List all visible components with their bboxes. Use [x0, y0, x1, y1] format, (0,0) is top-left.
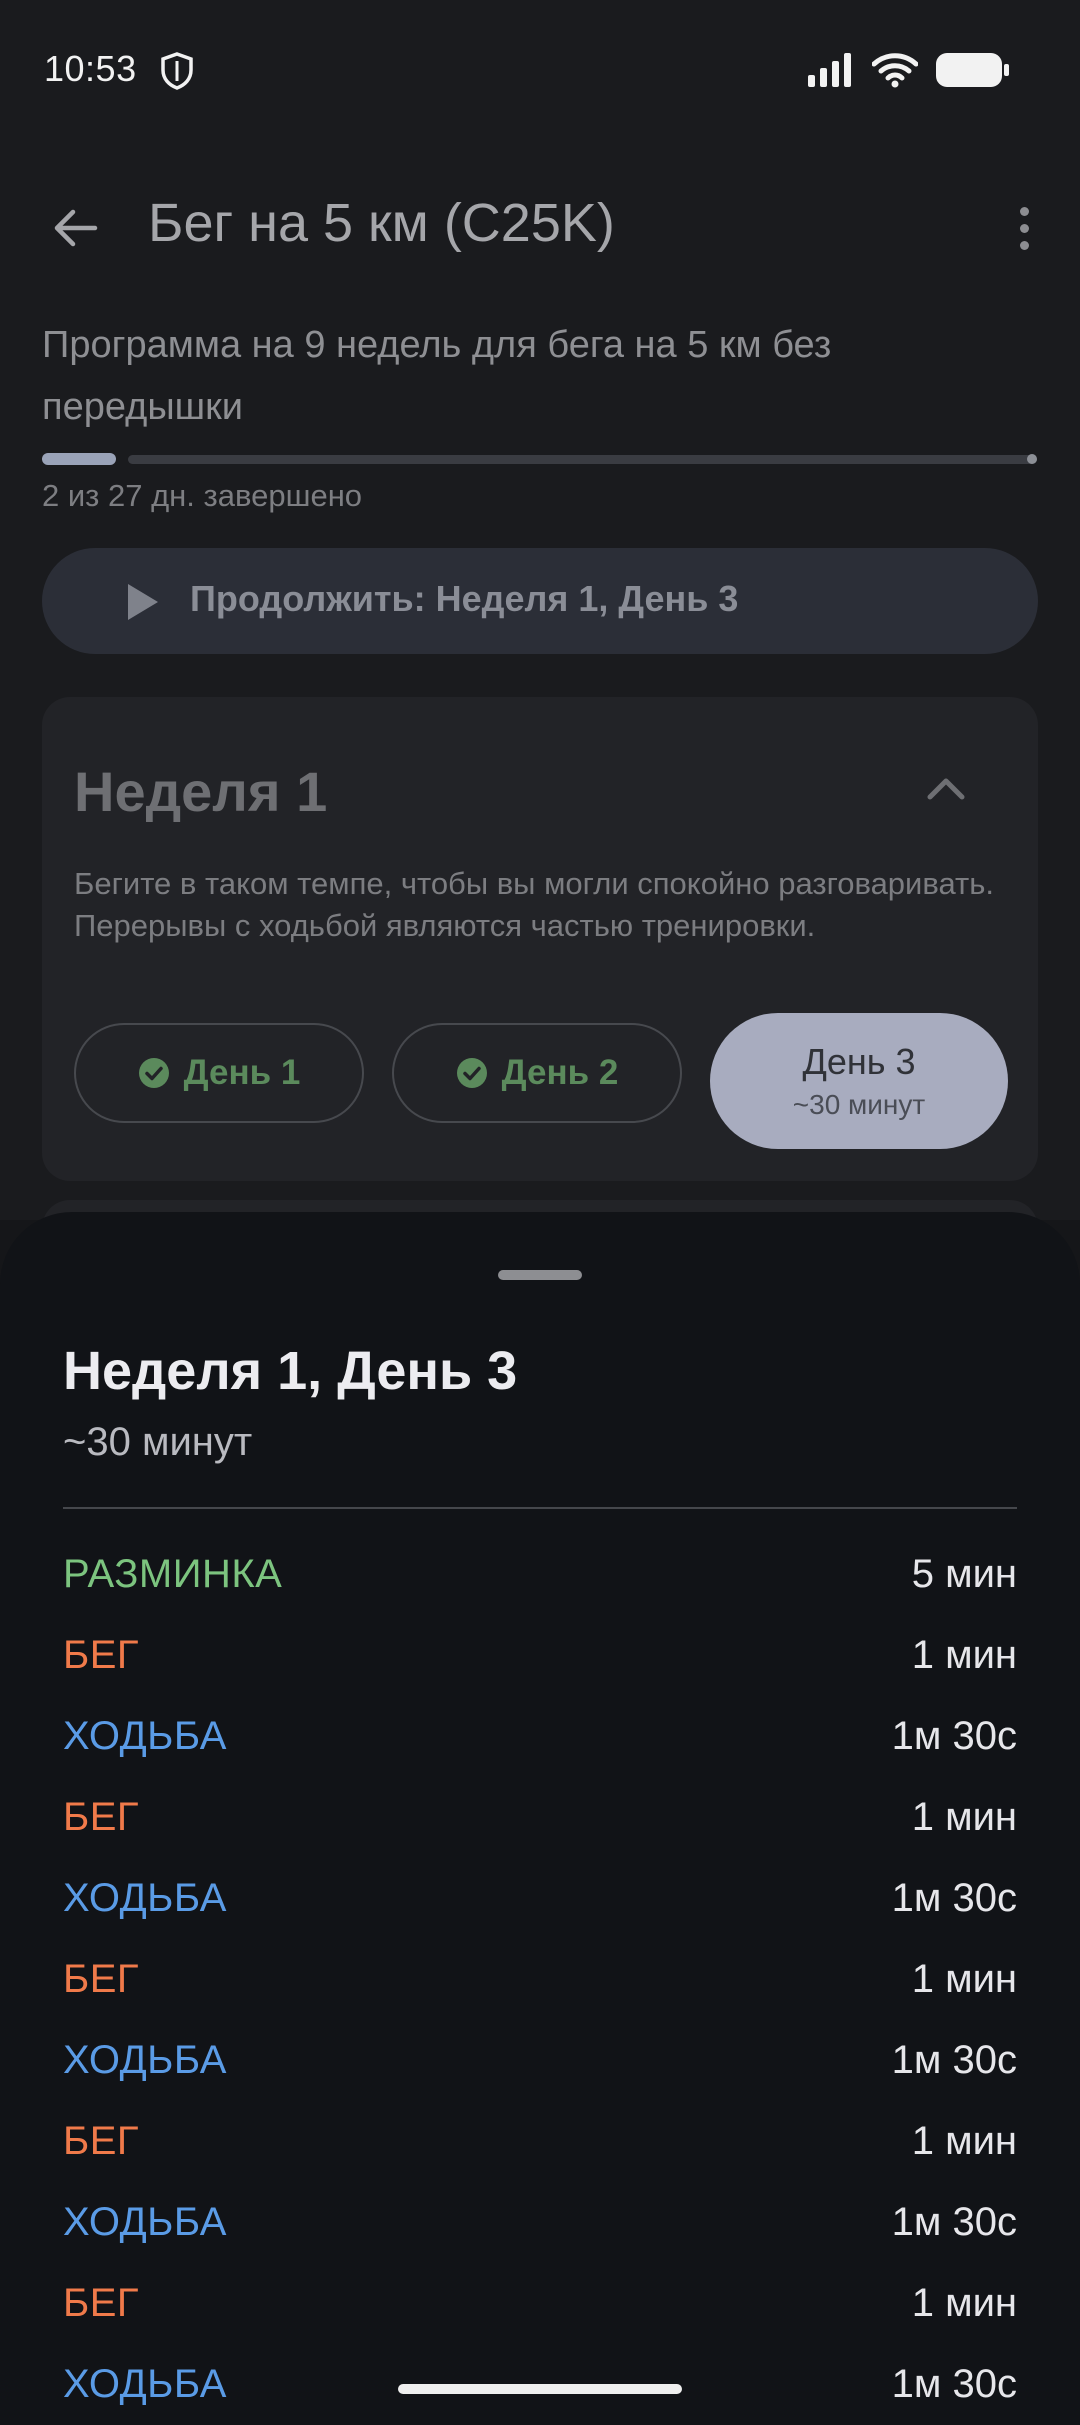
- day-chip-3[interactable]: День 3 ~30 минут: [710, 1013, 1008, 1149]
- workout-step-row: ХОДЬБА 1м 30с: [63, 1858, 1017, 1939]
- day-chip-duration: ~30 минут: [792, 1089, 926, 1120]
- day-chip-1[interactable]: День 1: [74, 1023, 364, 1123]
- workout-step-row: ХОДЬБА 1м 30с: [63, 1696, 1017, 1777]
- workout-step-row: БЕГ 1 мин: [63, 2101, 1017, 2182]
- check-circle-icon: [138, 1058, 169, 1088]
- status-icons: [808, 52, 1010, 88]
- step-duration: 1 мин: [911, 2119, 1017, 2163]
- progress-fill: [42, 453, 116, 465]
- day-chip-label: День 2: [501, 1053, 619, 1092]
- status-time: 10:53: [44, 48, 137, 89]
- page-title: Бег на 5 км (C25K): [148, 193, 615, 253]
- status-bar: 10:53: [0, 0, 1080, 140]
- week-card: Неделя 1 Бегите в таком темпе, чтобы вы …: [42, 697, 1038, 1181]
- sheet-subtitle: ~30 минут: [63, 1420, 253, 1464]
- day-chip-label: День 3: [802, 1041, 916, 1082]
- step-duration: 1м 30с: [891, 1876, 1017, 1920]
- workout-step-row: БЕГ 1 мин: [63, 1615, 1017, 1696]
- continue-label: Продолжить: Неделя 1, День 3: [190, 578, 739, 619]
- continue-button[interactable]: Продолжить: Неделя 1, День 3: [42, 548, 1038, 654]
- progress-end-dot: [1027, 454, 1037, 464]
- progress-label: 2 из 27 дн. завершено: [42, 478, 363, 513]
- workout-step-row: БЕГ 1 мин: [63, 2263, 1017, 2344]
- drag-handle[interactable]: [498, 1270, 582, 1280]
- workout-step-row: БЕГ 1 мин: [63, 1777, 1017, 1858]
- step-duration: 1м 30с: [891, 2200, 1017, 2244]
- step-name: БЕГ: [63, 2281, 140, 2325]
- day-chip-2[interactable]: День 2: [392, 1023, 682, 1123]
- step-name: БЕГ: [63, 2119, 140, 2163]
- week-title: Неделя 1: [74, 760, 328, 823]
- workout-bottom-sheet: Неделя 1, День 3 ~30 минут РАЗМИНКА 5 мин…: [0, 1212, 1080, 2424]
- screen: 10:53 Бег на 5 км (C25K) Программа на 9 …: [0, 0, 1080, 2424]
- program-screen: 10:53 Бег на 5 км (C25K) Программа на 9 …: [0, 0, 1080, 1260]
- step-duration: 1м 30с: [891, 2362, 1017, 2406]
- back-button[interactable]: [40, 198, 110, 258]
- step-duration: 1 мин: [911, 1633, 1017, 1677]
- workout-steps-list: РАЗМИНКА 5 мин БЕГ 1 мин ХОДЬБА 1м 30с БЕГ 1 ми…: [63, 1534, 1017, 2425]
- progress-remaining: [128, 455, 1037, 464]
- check-circle-icon: [456, 1058, 487, 1088]
- wifi-icon: [872, 53, 918, 88]
- sheet-title: Неделя 1, День 3: [63, 1341, 518, 1401]
- step-name: БЕГ: [63, 1795, 140, 1839]
- day-chip-label: День 1: [183, 1053, 301, 1092]
- arrow-left-icon: [54, 209, 98, 247]
- step-duration: 1м 30с: [891, 1714, 1017, 1758]
- step-duration: 1м 30с: [891, 2038, 1017, 2082]
- workout-step-row: РАЗМИНКА 5 мин: [63, 1534, 1017, 1615]
- step-name: ХОДЬБА: [63, 2200, 227, 2244]
- program-description: Программа на 9 недель для бега на 5 км б…: [42, 324, 832, 428]
- divider: [63, 1507, 1017, 1509]
- step-name: ХОДЬБА: [63, 1876, 227, 1920]
- shield-icon: [161, 52, 193, 90]
- step-name: РАЗМИНКА: [63, 1552, 283, 1596]
- step-name: ХОДЬБА: [63, 2362, 227, 2406]
- play-icon: [128, 584, 158, 620]
- more-vert-icon[interactable]: [1004, 198, 1044, 258]
- app-bar: Бег на 5 км (C25K): [0, 170, 1080, 286]
- step-name: ХОДЬБА: [63, 2038, 227, 2082]
- battery-icon: [936, 53, 1009, 87]
- week-description: Бегите в таком темпе, чтобы вы могли спо…: [74, 866, 995, 943]
- workout-step-row: ХОДЬБА 1м 30с: [63, 2020, 1017, 2101]
- chevron-up-icon[interactable]: [924, 773, 968, 803]
- workout-step-row: ХОДЬБА 1м 30с: [63, 2182, 1017, 2263]
- home-indicator[interactable]: [398, 2384, 682, 2394]
- step-name: БЕГ: [63, 1633, 140, 1677]
- signal-icon: [808, 53, 851, 87]
- step-duration: 1 мин: [911, 2281, 1017, 2325]
- progress-bar: [42, 453, 1037, 465]
- step-name: БЕГ: [63, 1957, 140, 2001]
- workout-step-row: БЕГ 1 мин: [63, 1939, 1017, 2020]
- step-duration: 5 мин: [911, 1552, 1017, 1596]
- step-name: ХОДЬБА: [63, 1714, 227, 1758]
- step-duration: 1 мин: [911, 1957, 1017, 2001]
- step-duration: 1 мин: [911, 1795, 1017, 1839]
